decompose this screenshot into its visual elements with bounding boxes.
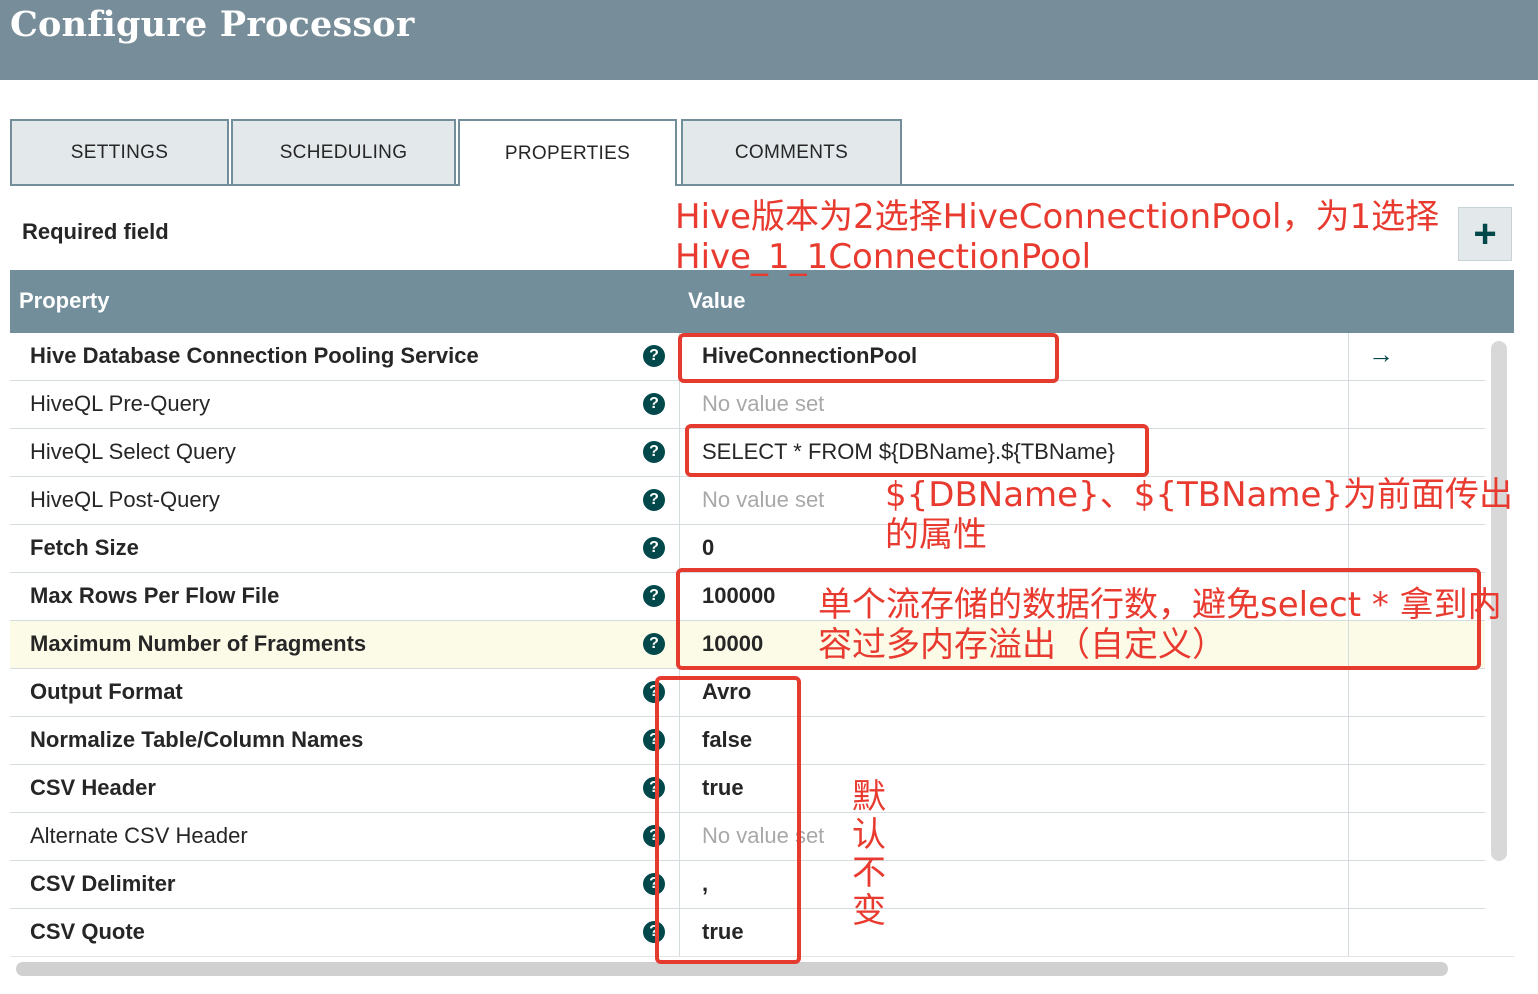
- column-divider: [1348, 861, 1349, 908]
- tab-bar: SETTINGS SCHEDULING PROPERTIES COMMENTS: [10, 119, 1514, 186]
- grid-header: Property Value: [10, 270, 1514, 333]
- column-divider: [1348, 909, 1349, 956]
- column-divider: [1348, 813, 1349, 860]
- tab-properties[interactable]: PROPERTIES: [458, 119, 677, 186]
- column-divider: [1348, 429, 1349, 476]
- property-name: CSV Quote: [30, 919, 145, 944]
- tab-scheduling[interactable]: SCHEDULING: [231, 119, 456, 184]
- horizontal-scrollbar[interactable]: [16, 962, 1448, 976]
- column-divider: [1348, 381, 1349, 428]
- property-name: CSV Delimiter: [30, 871, 176, 896]
- annotation-attributes: ${DBName}、${TBName}为前面传出的属性: [885, 475, 1514, 555]
- annotation-box-pool: [678, 333, 1059, 383]
- column-header-value[interactable]: Value: [688, 288, 745, 314]
- annotation-default-unchanged: 默认不变: [852, 777, 886, 931]
- help-icon[interactable]: ?: [643, 537, 665, 559]
- required-field-label: Required field: [22, 219, 169, 244]
- column-divider: [679, 525, 680, 572]
- column-divider: [1348, 333, 1349, 380]
- property-value[interactable]: 0: [702, 535, 714, 561]
- column-divider: [1348, 765, 1349, 812]
- help-icon[interactable]: ?: [643, 441, 665, 463]
- property-name: HiveQL Pre-Query: [30, 391, 211, 416]
- property-name: CSV Header: [30, 775, 156, 800]
- go-to-service-icon[interactable]: →: [1368, 339, 1394, 370]
- property-name: Fetch Size: [30, 535, 139, 560]
- property-value[interactable]: No value set: [702, 391, 824, 417]
- property-name: Normalize Table/Column Names: [30, 727, 364, 752]
- column-divider: [679, 477, 680, 524]
- help-icon[interactable]: ?: [643, 393, 665, 415]
- property-name: Max Rows Per Flow File: [30, 583, 280, 608]
- help-icon[interactable]: ?: [643, 489, 665, 511]
- annotation-box-defaults: [655, 676, 801, 964]
- column-divider: [1348, 669, 1349, 716]
- dialog-header: Configure Processor: [0, 0, 1538, 80]
- column-divider: [679, 381, 680, 428]
- annotation-box-query: [685, 424, 1149, 477]
- dialog-title: Configure Processor: [10, 4, 415, 45]
- property-name: Output Format: [30, 679, 183, 704]
- annotation-hive-version: Hive版本为2选择HiveConnectionPool，为1选择Hive_1_…: [675, 197, 1440, 277]
- column-divider: [1348, 717, 1349, 764]
- property-value[interactable]: No value set: [702, 487, 824, 513]
- annotation-rows-per-flowfile: 单个流存储的数据行数，避免select * 拿到内容过多内存溢出（自定义）: [818, 585, 1502, 665]
- tab-comments[interactable]: COMMENTS: [681, 119, 902, 184]
- property-name: HiveQL Post-Query: [30, 487, 220, 512]
- tab-settings[interactable]: SETTINGS: [10, 119, 229, 184]
- property-name: Maximum Number of Fragments: [30, 631, 367, 656]
- property-name: Alternate CSV Header: [30, 823, 248, 848]
- table-row[interactable]: HiveQL Pre-Query? No value set: [10, 381, 1485, 429]
- column-divider: [679, 429, 680, 476]
- help-icon[interactable]: ?: [643, 345, 665, 367]
- column-header-property[interactable]: Property: [19, 288, 109, 314]
- help-icon[interactable]: ?: [643, 585, 665, 607]
- property-name: HiveQL Select Query: [30, 439, 236, 464]
- help-icon[interactable]: ?: [643, 633, 665, 655]
- property-name: Hive Database Connection Pooling Service: [30, 343, 479, 368]
